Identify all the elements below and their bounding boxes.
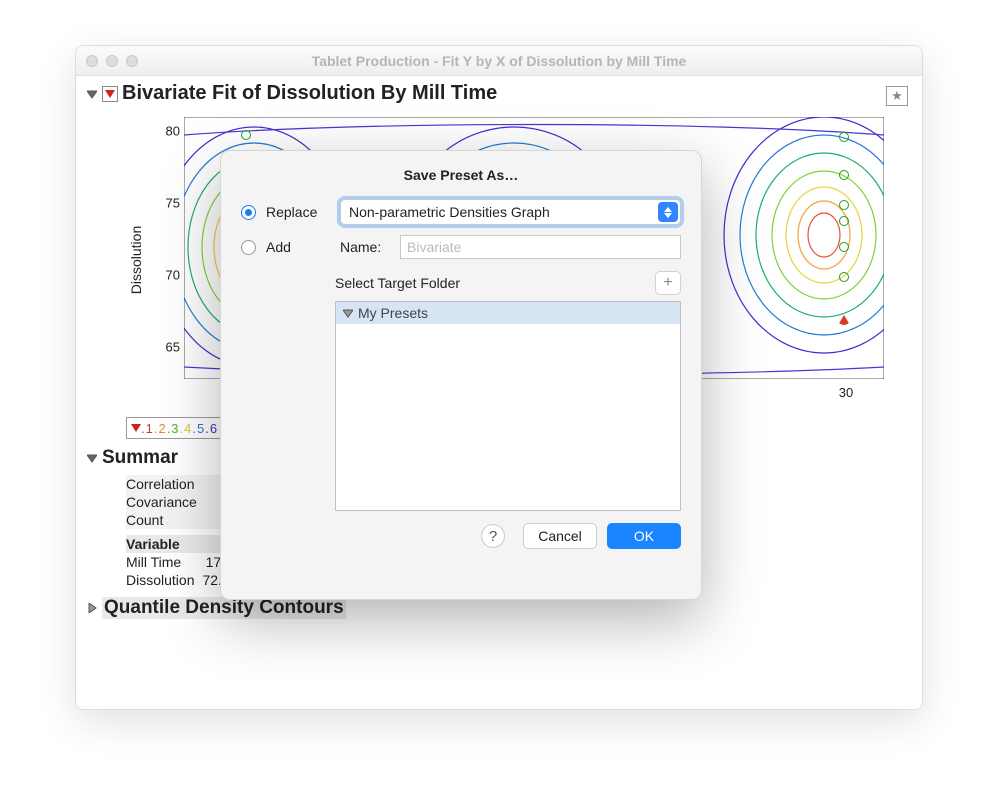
close-window-button[interactable] [86, 55, 98, 67]
replace-radio[interactable] [241, 205, 256, 220]
dialog-buttons: ? Cancel OK [241, 523, 681, 549]
ok-button[interactable]: OK [607, 523, 681, 549]
section-title: Bivariate Fit of Dissolution By Mill Tim… [122, 82, 497, 105]
data-point [839, 272, 849, 282]
save-preset-dialog: Save Preset As… Replace Non-parametric D… [220, 150, 702, 600]
y-tick: 65 [154, 340, 180, 355]
stat-label: Covariance [126, 493, 221, 511]
help-button[interactable]: ? [481, 524, 505, 548]
titlebar: Tablet Production - Fit Y by X of Dissol… [76, 46, 922, 76]
disclosure-icon[interactable] [86, 602, 98, 614]
preset-select[interactable]: Non-parametric Densities Graph [340, 199, 681, 225]
summary-title: Summar [102, 447, 178, 469]
summary-stats: Correlation Covariance Count [126, 475, 221, 529]
add-radio[interactable] [241, 240, 256, 255]
data-point [839, 216, 849, 226]
stat-label: Correlation [126, 475, 221, 493]
legend-levels: .1.2.3.4.5.6 [141, 421, 218, 436]
minimize-window-button[interactable] [106, 55, 118, 67]
outlier-point [838, 315, 850, 325]
contour-legend[interactable]: .1.2.3.4.5.6 [126, 417, 221, 439]
data-point [839, 132, 849, 142]
replace-row: Replace Non-parametric Densities Graph [241, 199, 681, 225]
folder-name: My Presets [358, 305, 428, 321]
name-label: Name: [340, 239, 390, 255]
window-title: Tablet Production - Fit Y by X of Dissol… [76, 53, 922, 69]
hotspot-icon[interactable] [102, 86, 118, 102]
data-point [839, 170, 849, 180]
folder-label: Select Target Folder [335, 275, 460, 291]
data-point [241, 130, 251, 140]
add-label: Add [266, 239, 330, 255]
zoom-window-button[interactable] [126, 55, 138, 67]
cancel-button[interactable]: Cancel [523, 523, 597, 549]
replace-label: Replace [266, 204, 330, 220]
data-point [839, 200, 849, 210]
chevron-updown-icon [658, 202, 678, 222]
disclosure-icon[interactable] [86, 88, 98, 100]
section-header: Bivariate Fit of Dissolution By Mill Tim… [86, 82, 912, 105]
data-point [839, 242, 849, 252]
y-tick: 75 [154, 196, 180, 211]
favorite-icon[interactable]: ★ [886, 86, 908, 106]
disclosure-icon[interactable] [86, 452, 98, 464]
add-folder-button[interactable]: + [655, 271, 681, 295]
folder-item[interactable]: My Presets [336, 302, 680, 324]
select-value: Non-parametric Densities Graph [349, 204, 550, 220]
x-tick: 30 [839, 385, 853, 400]
quantile-section-header: Quantile Density Contours [86, 597, 912, 619]
window-controls [86, 55, 138, 67]
quantile-title: Quantile Density Contours [102, 597, 346, 619]
folder-list[interactable]: My Presets [335, 301, 681, 511]
stat-label: Count [126, 511, 221, 529]
y-tick: 70 [154, 268, 180, 283]
folder-header: Select Target Folder + [335, 271, 681, 295]
chevron-down-icon [342, 307, 354, 319]
y-tick: 80 [154, 124, 180, 139]
dialog-title: Save Preset As… [241, 167, 681, 183]
hotspot-icon[interactable] [131, 420, 141, 436]
name-placeholder: Bivariate [407, 239, 461, 255]
y-axis-label: Dissolution [128, 226, 144, 294]
col-header: Variable [126, 535, 202, 553]
name-field[interactable]: Bivariate [400, 235, 681, 259]
add-row: Add Name: Bivariate [241, 235, 681, 259]
